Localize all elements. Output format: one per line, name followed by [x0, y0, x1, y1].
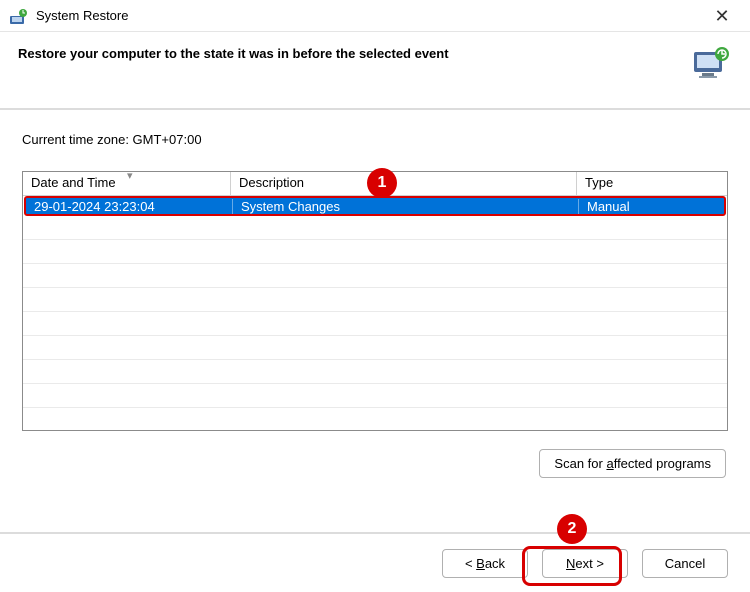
cancel-button[interactable]: Cancel	[642, 549, 728, 578]
back-button[interactable]: < Back	[442, 549, 528, 578]
table-gridlines	[23, 216, 727, 430]
close-icon[interactable]: ✕	[702, 0, 742, 32]
cell-type: Manual	[578, 199, 724, 214]
timezone-label: Current time zone: GMT+07:00	[22, 132, 728, 147]
wizard-footer: < Back Next > Cancel	[0, 532, 750, 592]
monitor-restore-icon	[692, 46, 732, 80]
titlebar: System Restore ✕	[0, 0, 750, 32]
col-type[interactable]: Type	[577, 172, 727, 196]
table-row[interactable]: 29-01-2024 23:23:04 System Changes Manua…	[24, 196, 726, 216]
chevron-down-icon: ▾	[127, 169, 133, 182]
restore-points-table[interactable]: Date and Time ▾ Description Type 29-01-2…	[22, 171, 728, 431]
table-header: Date and Time ▾ Description Type	[23, 172, 727, 196]
col-type-label: Type	[585, 175, 613, 190]
col-datetime[interactable]: Date and Time ▾	[23, 172, 231, 196]
content-area: Current time zone: GMT+07:00 Date and Ti…	[0, 110, 750, 478]
wizard-header: Restore your computer to the state it wa…	[0, 32, 750, 110]
restore-app-icon	[10, 8, 28, 24]
cell-datetime: 29-01-2024 23:23:04	[26, 199, 232, 214]
col-description[interactable]: Description	[231, 172, 577, 196]
window-title: System Restore	[36, 8, 702, 23]
col-description-label: Description	[239, 175, 304, 190]
page-heading: Restore your computer to the state it wa…	[18, 46, 692, 61]
next-button[interactable]: Next >	[542, 549, 628, 578]
col-datetime-label: Date and Time	[31, 175, 116, 190]
scan-affected-programs-button[interactable]: Scan for affected programs	[539, 449, 726, 478]
cell-description: System Changes	[232, 199, 578, 214]
